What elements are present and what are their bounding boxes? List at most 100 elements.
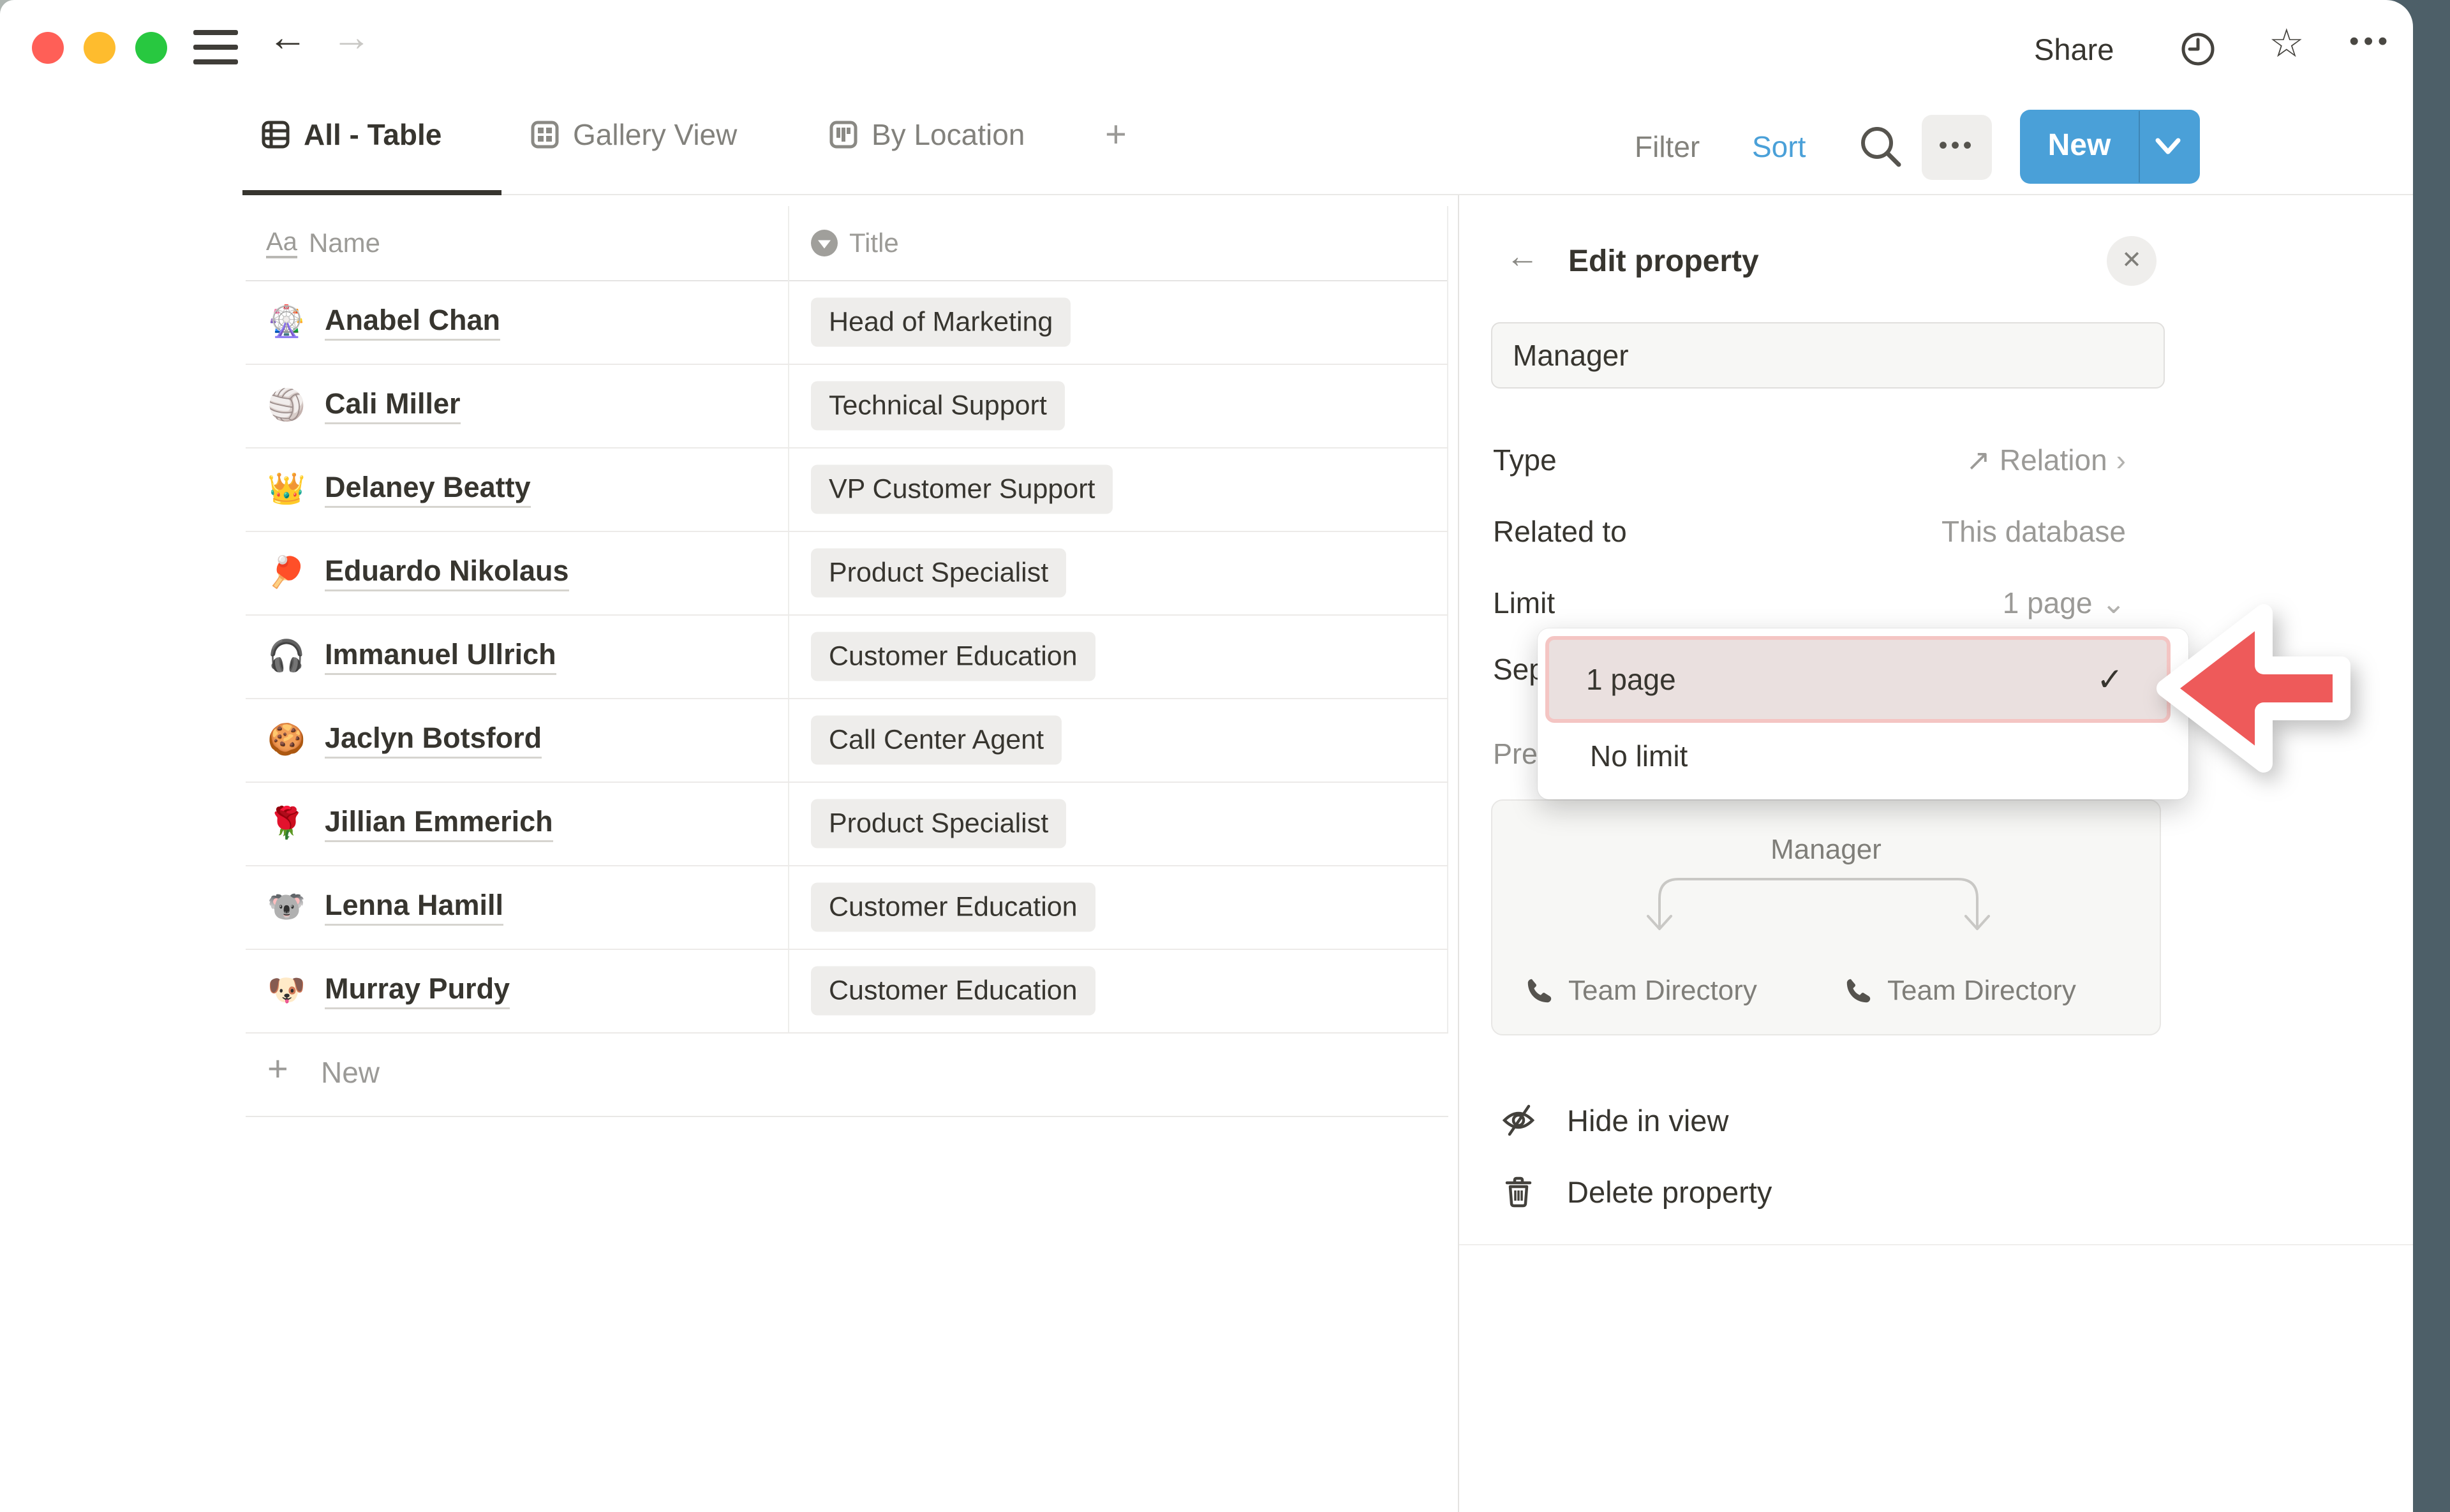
panel-bottom-divider — [1459, 1244, 2413, 1245]
option-label: No limit — [1590, 725, 1688, 787]
tab-by-location[interactable]: By Location — [828, 112, 1025, 157]
delete-property-button[interactable]: Delete property — [1501, 1174, 1772, 1210]
title-cell[interactable]: VP Customer Support — [811, 464, 1113, 514]
property-name-value: Manager — [1513, 323, 1629, 387]
new-row-button[interactable]: + New — [246, 1032, 1448, 1117]
panel-back-icon[interactable]: ← — [1506, 239, 1539, 274]
favorite-star-icon[interactable]: ☆ — [2269, 24, 2305, 64]
page-emoji-icon: 🐶 — [267, 974, 306, 1007]
field-label-type: Type — [1493, 443, 1557, 477]
page-link[interactable]: Lenna Hamill — [325, 889, 503, 926]
column-header-name[interactable]: Aa Name — [266, 206, 380, 280]
title-cell[interactable]: Customer Education — [811, 632, 1095, 681]
table-row[interactable]: 🏓 Eduardo Nikolaus Product Specialist — [246, 531, 1448, 616]
database-table: Aa Name Title 🎡 Anabel Chan Head of Mark… — [246, 206, 1448, 1117]
preview-child-label: Team Directory — [1568, 975, 1757, 1007]
field-value-limit[interactable]: 1 page ⌄ — [2003, 586, 2126, 620]
chevron-down-icon: ⌄ — [2101, 586, 2126, 620]
title-cell[interactable]: Product Specialist — [811, 799, 1066, 848]
title-cell[interactable]: Head of Marketing — [811, 297, 1071, 346]
panel-title: Edit property — [1568, 244, 1759, 279]
page-link[interactable]: Jillian Emmerich — [325, 805, 553, 842]
add-view-button[interactable]: + — [1105, 112, 1127, 157]
column-header-title[interactable]: Title — [811, 206, 899, 280]
new-row-label: New — [321, 1055, 380, 1090]
select-property-icon — [811, 230, 838, 256]
table-row[interactable]: 👑 Delaney Beatty VP Customer Support — [246, 447, 1448, 532]
page-link[interactable]: Cali Miller — [325, 387, 461, 424]
tab-label: By Location — [872, 117, 1025, 152]
table-row[interactable]: 🎧 Immanuel Ullrich Customer Education — [246, 614, 1448, 699]
title-cell[interactable]: Call Center Agent — [811, 715, 1062, 764]
share-button[interactable]: Share — [2034, 32, 2114, 67]
table-row[interactable]: 🐶 Murray Purdy Customer Education — [246, 949, 1448, 1034]
search-icon[interactable] — [1855, 121, 1906, 172]
view-options-icon[interactable]: ••• — [1922, 115, 1992, 180]
panel-close-icon[interactable]: ✕ — [2107, 236, 2157, 286]
table-row[interactable]: 🎡 Anabel Chan Head of Marketing — [246, 280, 1448, 365]
page-emoji-icon: 🍪 — [267, 723, 306, 757]
field-value-text: This database — [1941, 514, 2126, 549]
table-row[interactable]: 🐨 Lenna Hamill Customer Education — [246, 865, 1448, 950]
table-row[interactable]: 🌹 Jillian Emmerich Product Specialist — [246, 782, 1448, 866]
page-emoji-icon: 🏓 — [267, 556, 306, 589]
new-button-divider — [2139, 111, 2140, 182]
clock-icon[interactable] — [2179, 31, 2216, 68]
page-link[interactable]: Murray Purdy — [325, 972, 510, 1009]
panel-divider — [1458, 195, 1459, 1512]
gallery-view-icon — [530, 119, 560, 150]
action-label: Delete property — [1567, 1175, 1772, 1210]
page-link[interactable]: Delaney Beatty — [325, 471, 531, 508]
plus-icon: + — [267, 1048, 288, 1089]
page-link[interactable]: Jaclyn Botsford — [325, 722, 542, 759]
field-value-type[interactable]: ↗ Relation › — [1966, 443, 2126, 477]
new-button[interactable]: New — [2020, 110, 2200, 184]
page-link[interactable]: Immanuel Ullrich — [325, 638, 556, 675]
forward-arrow-icon[interactable]: → — [332, 18, 371, 57]
field-value-related-to[interactable]: This database — [1941, 514, 2126, 549]
chevron-down-icon[interactable] — [2150, 133, 2186, 161]
filter-button[interactable]: Filter — [1635, 126, 1700, 167]
back-arrow-icon[interactable]: ← — [268, 18, 308, 57]
field-value-text: Relation — [2000, 443, 2107, 477]
sort-button[interactable]: Sort — [1752, 126, 1806, 167]
property-name-input[interactable]: Manager — [1491, 322, 2165, 389]
traffic-light-close-button[interactable] — [32, 32, 64, 64]
traffic-light-zoom-button[interactable] — [135, 32, 167, 64]
dropdown-option-1-page[interactable]: 1 page ✓ — [1545, 636, 2171, 723]
window-more-options-icon[interactable]: ••• — [2349, 22, 2392, 61]
title-cell[interactable]: Customer Education — [811, 966, 1095, 1015]
table-row[interactable]: 🍪 Jaclyn Botsford Call Center Agent — [246, 698, 1448, 783]
sidebar-menu-icon[interactable] — [193, 30, 238, 66]
eye-off-icon — [1501, 1102, 1536, 1138]
title-cell[interactable]: Technical Support — [811, 381, 1065, 430]
column-header-label: Title — [849, 228, 899, 258]
table-row[interactable]: 🏐 Cali Miller Technical Support — [246, 364, 1448, 448]
title-cell[interactable]: Product Specialist — [811, 548, 1066, 597]
tab-all-table[interactable]: All - Table — [260, 112, 442, 157]
title-cell[interactable]: Customer Education — [811, 882, 1095, 931]
screen: ← → Share ☆ ••• All - Table Gallery View — [0, 0, 2450, 1512]
board-view-icon — [828, 119, 859, 150]
relation-arrow-icon: ↗ — [1966, 443, 1991, 477]
page-emoji-icon: 🎧 — [267, 640, 306, 673]
tab-gallery-view[interactable]: Gallery View — [530, 112, 737, 157]
trash-icon — [1501, 1174, 1536, 1210]
preview-bracket-lines — [1611, 873, 2026, 937]
checkmark-icon: ✓ — [2097, 640, 2123, 719]
page-emoji-icon: 🐨 — [267, 891, 306, 924]
field-label-limit: Limit — [1493, 586, 1555, 620]
limit-dropdown-menu: 1 page ✓ No limit — [1538, 628, 2188, 799]
preview-child-database: Team Directory — [1525, 975, 1757, 1007]
page-link[interactable]: Eduardo Nikolaus — [325, 554, 569, 591]
traffic-light-minimize-button[interactable] — [84, 32, 115, 64]
field-label-related-to: Related to — [1493, 514, 1627, 549]
phone-icon — [1525, 976, 1554, 1005]
chevron-right-icon: › — [2116, 443, 2126, 477]
phone-icon — [1844, 976, 1873, 1005]
dropdown-option-no-limit[interactable]: No limit — [1549, 725, 2177, 787]
hide-in-view-button[interactable]: Hide in view — [1501, 1102, 1728, 1138]
tab-label: All - Table — [304, 117, 442, 152]
page-emoji-icon: 👑 — [267, 473, 306, 506]
page-link[interactable]: Anabel Chan — [325, 304, 500, 341]
